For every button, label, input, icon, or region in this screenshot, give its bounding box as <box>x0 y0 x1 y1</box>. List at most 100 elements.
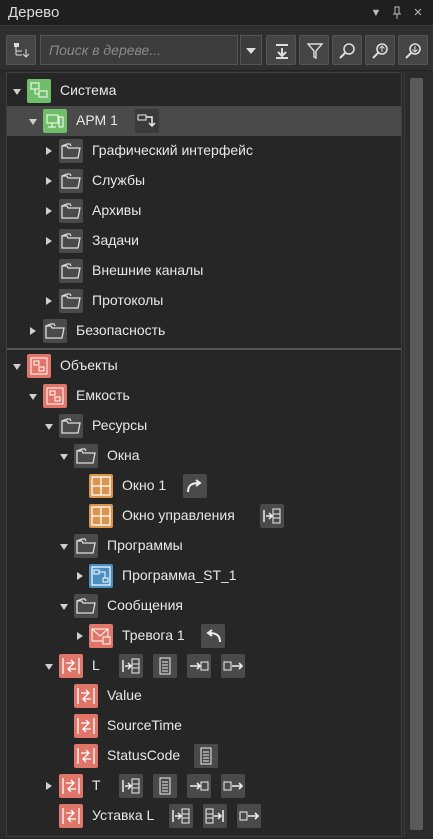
expand-arrow-icon[interactable] <box>46 297 52 305</box>
tree-row-gui[interactable]: Графический интерфейс <box>7 136 401 166</box>
folder-icon <box>59 289 83 313</box>
vertical-scrollbar[interactable] <box>404 72 428 837</box>
output-icon[interactable] <box>237 804 261 828</box>
search-icon[interactable] <box>332 35 362 65</box>
tree-row-messages[interactable]: Сообщения <box>7 591 401 621</box>
program-icon <box>89 564 113 588</box>
tree-search-input[interactable] <box>40 35 238 65</box>
find-next-icon[interactable] <box>398 35 428 65</box>
tree-row-windows[interactable]: Окна <box>7 441 401 471</box>
close-icon[interactable]: ✕ <box>410 5 426 21</box>
expand-arrow-icon[interactable] <box>60 604 68 610</box>
folder-icon <box>59 229 83 253</box>
tree-item-label: SourceTime <box>107 717 182 733</box>
folder-icon <box>59 259 83 283</box>
search-options-dropdown[interactable] <box>240 35 262 65</box>
expand-arrow-icon[interactable] <box>77 572 83 580</box>
tree-item-label: Сообщения <box>107 597 183 613</box>
tree-row-program-st1[interactable]: Программа_ST_1 <box>7 561 401 591</box>
tree-row-tasks[interactable]: Задачи <box>7 226 401 256</box>
tree-item-label: Value <box>107 687 142 703</box>
expand-arrow-icon[interactable] <box>46 177 52 185</box>
tree-item-label: Безопасность <box>76 322 166 338</box>
tree-row-resources[interactable]: Ресурсы <box>7 411 401 441</box>
alarm-message-icon <box>89 624 113 648</box>
folder-open-icon <box>74 594 98 618</box>
input-icon[interactable] <box>187 654 211 678</box>
expand-arrow-icon[interactable] <box>46 207 52 215</box>
tree-row-arm[interactable]: АРМ 1 <box>7 106 401 136</box>
tree-row-services[interactable]: Службы <box>7 166 401 196</box>
variable-icon <box>59 804 83 828</box>
bind-input-icon[interactable] <box>169 804 193 828</box>
expand-arrow-icon[interactable] <box>29 119 37 125</box>
expand-arrow-icon[interactable] <box>13 89 21 95</box>
filter-icon[interactable] <box>299 35 329 65</box>
tree-row-status-code[interactable]: StatusCode <box>7 741 401 771</box>
tree-row-l[interactable]: L <box>7 651 401 681</box>
expand-arrow-icon[interactable] <box>13 364 21 370</box>
tree-item-label: T <box>92 777 101 793</box>
bind-output-icon[interactable] <box>203 804 227 828</box>
expand-arrow-icon[interactable] <box>46 782 52 790</box>
tree-row-value[interactable]: Value <box>7 681 401 711</box>
tree-toolbar <box>0 27 433 71</box>
deploy-icon[interactable] <box>135 109 159 133</box>
object-icon <box>43 384 67 408</box>
bind-input-icon[interactable] <box>119 654 143 678</box>
tree-row-capacity[interactable]: Емкость <box>7 381 401 411</box>
expand-arrow-icon[interactable] <box>60 454 68 460</box>
open-window-icon[interactable] <box>183 474 207 498</box>
bind-input-icon[interactable] <box>119 774 143 798</box>
tree-row-control-window[interactable]: Окно управления <box>7 501 401 531</box>
variable-icon <box>74 744 98 768</box>
tree-row-setpoint-l[interactable]: Уставка L <box>7 801 401 831</box>
list-icon[interactable] <box>153 774 177 798</box>
expand-arrow-icon[interactable] <box>77 632 83 640</box>
tree-row-window1[interactable]: Окно 1 <box>7 471 401 501</box>
tree-item-label: Протоколы <box>92 292 164 308</box>
tree-row-alarm1[interactable]: Тревога 1 <box>7 621 401 651</box>
expand-arrow-icon[interactable] <box>45 424 53 430</box>
expand-arrow-icon[interactable] <box>46 147 52 155</box>
input-icon[interactable] <box>187 774 211 798</box>
folder-open-icon <box>59 414 83 438</box>
reply-icon[interactable] <box>201 624 225 648</box>
tree-row-system[interactable]: Система <box>7 76 401 106</box>
tree-item-label: Внешние каналы <box>92 262 204 278</box>
window-icon <box>89 474 113 498</box>
tree-row-t[interactable]: T <box>7 771 401 801</box>
folder-open-icon <box>74 444 98 468</box>
tree-item-label: Задачи <box>92 232 140 248</box>
tree-row-programs[interactable]: Программы <box>7 531 401 561</box>
scrollbar-thumb[interactable] <box>410 78 423 830</box>
tree-row-source-time[interactable]: SourceTime <box>7 711 401 741</box>
folder-icon <box>43 319 67 343</box>
objects-icon <box>27 354 51 378</box>
tree-item-label: Система <box>60 82 117 98</box>
expand-all-button[interactable] <box>266 35 296 65</box>
pin-icon[interactable] <box>389 5 405 21</box>
tree-row-archives[interactable]: Архивы <box>7 196 401 226</box>
collapse-tree-button[interactable] <box>6 35 36 65</box>
expand-arrow-icon[interactable] <box>45 664 53 670</box>
tree-row-objects[interactable]: Объекты <box>7 351 401 381</box>
tree-row-protocols[interactable]: Протоколы <box>7 286 401 316</box>
list-icon[interactable] <box>194 744 218 768</box>
output-icon[interactable] <box>221 654 245 678</box>
workstation-icon <box>43 109 67 133</box>
tree-item-label: StatusCode <box>107 747 181 763</box>
output-icon[interactable] <box>221 774 245 798</box>
expand-arrow-icon[interactable] <box>60 544 68 550</box>
chevron-down-icon[interactable]: ▼ <box>368 5 384 21</box>
tree-row-security[interactable]: Безопасность <box>7 316 401 346</box>
expand-arrow-icon[interactable] <box>29 394 37 400</box>
tree-row-external-channels[interactable]: Внешние каналы <box>7 256 401 286</box>
bind-input-icon[interactable] <box>260 504 284 528</box>
find-previous-icon[interactable] <box>365 35 395 65</box>
object-tree: Система АРМ 1 Графический интерфейс Служ… <box>6 72 402 837</box>
expand-arrow-icon[interactable] <box>30 327 36 335</box>
list-icon[interactable] <box>153 654 177 678</box>
expand-arrow-icon[interactable] <box>46 237 52 245</box>
variable-icon <box>74 684 98 708</box>
